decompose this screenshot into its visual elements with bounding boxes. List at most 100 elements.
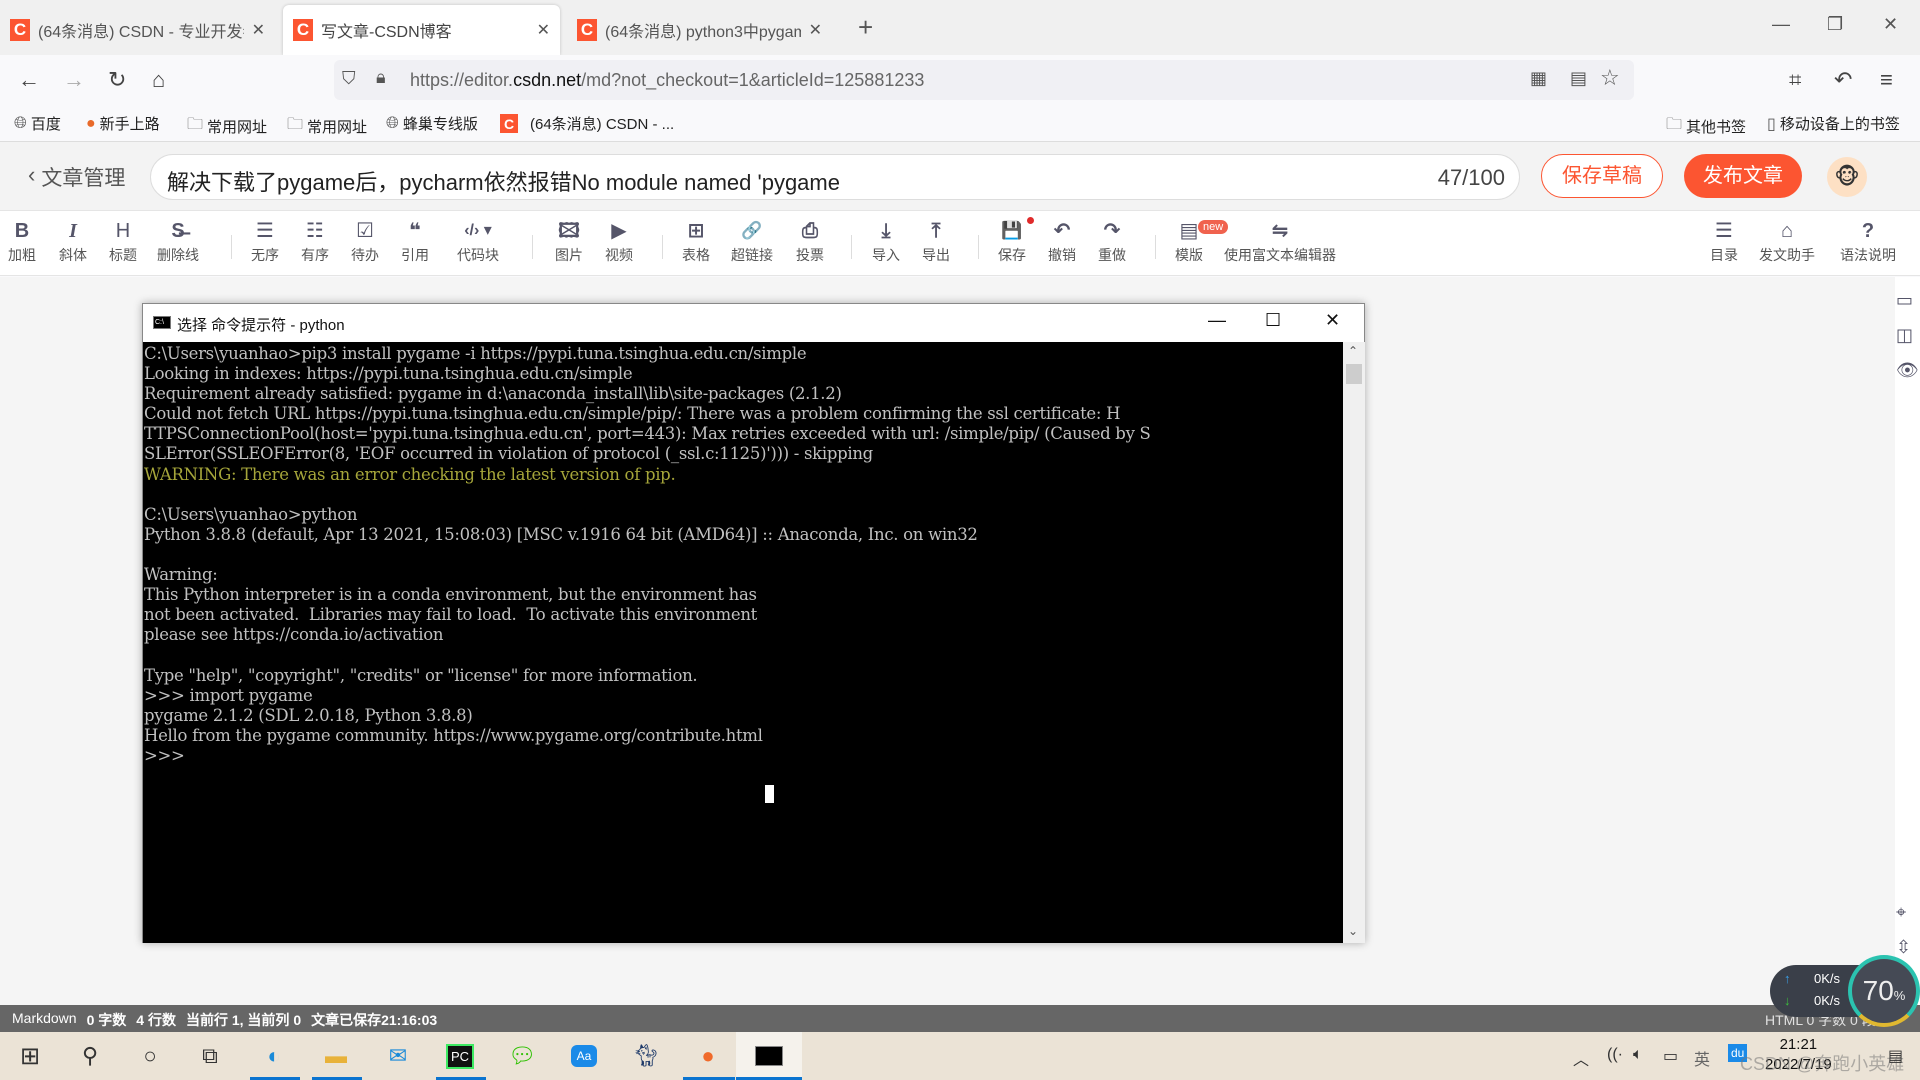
tool-quote[interactable]: ❝ 引用 — [401, 217, 429, 265]
avatar[interactable]: 🐵 — [1827, 157, 1867, 197]
tool-code-block[interactable]: ‹/› ▾ 代码块 — [457, 217, 499, 265]
close-window-button[interactable]: ✕ — [1883, 14, 1898, 35]
terminal-output[interactable]: C:\Users\yuanhao>pip3 install pygame -i … — [143, 342, 1343, 943]
lock-icon[interactable]: 🔒︎ — [376, 67, 386, 88]
tool-redo[interactable]: ↷ 重做 — [1098, 217, 1126, 265]
tool-vote[interactable]: ⎙ 投票 — [796, 217, 824, 265]
tab-python-pygame[interactable]: C (64条消息) python3中pygame ✕ — [567, 5, 832, 55]
tool-unordered-list[interactable]: ☰ 无序 — [251, 217, 279, 265]
wechat-icon[interactable]: 💬︎ — [502, 1040, 542, 1072]
ime-indicator[interactable]: 英 — [1694, 1046, 1710, 1070]
tab-write-article[interactable]: C 写文章-CSDN博客 ✕ — [283, 5, 560, 55]
firefox-icon[interactable]: ● — [688, 1040, 728, 1072]
mail-icon[interactable]: ✉ — [378, 1040, 418, 1072]
bookmark-csdn[interactable]: C (64条消息) CSDN - ... — [500, 113, 674, 134]
home-icon[interactable]: ⌂ — [152, 67, 165, 93]
cmd-taskbar-icon[interactable] — [736, 1032, 802, 1080]
command-prompt-window[interactable]: C:\ 选择 命令提示符 - python — ☐ ✕ C:\Users\yua… — [142, 303, 1365, 943]
bookmark-folder-common[interactable]: 🗀 常用网址 — [187, 113, 267, 140]
tool-import[interactable]: ⤓ 导入 — [872, 217, 900, 265]
locate-icon[interactable]: ⌖ — [1896, 902, 1906, 923]
article-management-link[interactable]: ‹ 文章管理 — [28, 162, 125, 192]
cmd-scrollbar[interactable]: ⌃ ⌄ — [1343, 342, 1365, 943]
publish-button[interactable]: 发布文章 — [1684, 154, 1802, 198]
show-hidden-icons[interactable]: ︿ — [1573, 1046, 1589, 1070]
tool-writing-assistant[interactable]: ⌂ 发文助手 — [1759, 217, 1815, 265]
bookmark-hive[interactable]: 🌐︎ 蜂巢专线版 — [386, 113, 478, 134]
edge-icon[interactable]: ◐ — [254, 1040, 294, 1072]
tool-link[interactable]: 🔗 超链接 — [731, 217, 773, 265]
tool-table[interactable]: ⊞ 表格 — [682, 217, 710, 265]
url-bar[interactable]: ⛉ 🔒︎ https://editor.csdn.net/md?not_chec… — [334, 60, 1634, 100]
tool-video[interactable]: ▶ 视频 — [605, 217, 633, 265]
bookmark-other[interactable]: 🗀 其他书签 — [1666, 113, 1746, 140]
save-draft-button[interactable]: 保存草稿 — [1541, 154, 1663, 198]
start-button[interactable]: ⊞ — [10, 1040, 50, 1072]
cmd-maximize-button[interactable]: ☐ — [1265, 310, 1281, 331]
cortana-icon[interactable]: ○ — [130, 1040, 170, 1072]
battery-icon[interactable]: ▭ — [1663, 1046, 1678, 1066]
cmd-close-button[interactable]: ✕ — [1325, 310, 1340, 331]
bookmark-folder-common-2[interactable]: 🗀 常用网址 — [287, 113, 367, 140]
restore-button[interactable]: ❐ — [1827, 14, 1843, 35]
close-tab-icon[interactable]: ✕ — [537, 20, 550, 40]
close-tab-icon[interactable]: ✕ — [252, 20, 265, 40]
cmd-minimize-button[interactable]: — — [1208, 310, 1226, 331]
split-view-icon[interactable]: ◫ — [1896, 325, 1913, 346]
new-tab-button[interactable]: + — [858, 12, 873, 43]
tab-csdn-home[interactable]: C (64条消息) CSDN - 专业开发者 ✕ — [0, 5, 275, 55]
tool-syntax-help[interactable]: ? 语法说明 — [1840, 217, 1896, 265]
tool-heading[interactable]: H 标题 — [109, 217, 137, 265]
bookmark-baidu[interactable]: 🌐︎ 百度 — [14, 113, 61, 134]
scroll-down-icon[interactable]: ⌄ — [1348, 924, 1358, 938]
article-title-text[interactable]: 解决下载了pygame后，pycharm依然报错No module named … — [167, 165, 840, 197]
tool-toc[interactable]: ☰ 目录 — [1710, 217, 1738, 265]
scroll-up-icon[interactable]: ⌃ — [1348, 344, 1358, 358]
preview-eye-icon[interactable]: 👁︎ — [1896, 360, 1919, 381]
bookmark-getting-started[interactable]: ● 新手上路 — [86, 113, 160, 134]
menu-icon[interactable]: ≡ — [1880, 67, 1893, 93]
forward-icon[interactable]: → — [63, 67, 85, 93]
tool-save[interactable]: 💾 保存 — [998, 217, 1026, 265]
search-icon[interactable]: ⚲ — [70, 1040, 110, 1072]
tool-strikethrough[interactable]: S̶ 删除线 — [157, 217, 199, 265]
cmd-title-bar[interactable]: C:\ 选择 命令提示符 - python — ☐ ✕ — [143, 304, 1364, 342]
wifi-icon[interactable]: ((· — [1607, 1046, 1623, 1064]
tool-rich-text-editor[interactable]: ⇋ 使用富文本编辑器 — [1224, 217, 1336, 265]
notification-icon[interactable]: ▤ — [1888, 1046, 1903, 1066]
shield-icon[interactable]: ⛉ — [342, 68, 356, 89]
task-view-icon[interactable]: ⧉ — [190, 1040, 230, 1072]
volume-icon[interactable]: 🔈︎ — [1633, 1046, 1643, 1064]
scroll-thumb[interactable] — [1346, 364, 1362, 384]
firefox-icon: ● — [86, 114, 96, 132]
screenshot-crop-icon[interactable]: ⌗ — [1789, 67, 1801, 93]
memory-gauge[interactable]: 70% — [1848, 955, 1920, 1027]
undo-close-icon[interactable]: ↶ — [1834, 67, 1852, 93]
sync-scroll-icon[interactable]: ⇳ — [1896, 937, 1911, 958]
back-icon[interactable]: ← — [18, 67, 40, 93]
reload-icon[interactable]: ↻ — [108, 67, 126, 93]
url-text[interactable]: https://editor.csdn.net/md?not_checkout=… — [410, 70, 924, 91]
minimize-button[interactable]: — — [1772, 14, 1790, 35]
terminal-line: C:\Users\yuanhao>python — [144, 504, 358, 524]
bookmark-mobile[interactable]: ▯ 移动设备上的书签 — [1767, 113, 1900, 134]
folder-icon: 🗀 — [287, 116, 304, 133]
pycharm-icon[interactable]: PC — [440, 1040, 480, 1072]
close-tab-icon[interactable]: ✕ — [809, 20, 822, 40]
tool-bold[interactable]: B 加粗 — [8, 217, 36, 265]
article-title-input[interactable]: 解决下载了pygame后，pycharm依然报错No module named … — [150, 154, 1520, 200]
tool-todo[interactable]: ☑ 待办 — [351, 217, 379, 265]
tool-image[interactable]: 🖾 图片 — [555, 217, 583, 265]
tool-undo[interactable]: ↶ 撤销 — [1048, 217, 1076, 265]
editor-only-view-icon[interactable]: ▭ — [1896, 290, 1913, 311]
dictionary-app-icon[interactable]: Aa — [564, 1040, 604, 1072]
tool-export[interactable]: ⤒ 导出 — [922, 217, 950, 265]
file-explorer-icon[interactable]: ▬ — [316, 1040, 356, 1072]
reader-view-icon[interactable]: ▤ — [1570, 68, 1587, 89]
qr-code-icon[interactable]: ▦ — [1530, 68, 1547, 89]
terminal-line: WARNING: There was an error checking the… — [144, 464, 676, 484]
tool-italic[interactable]: I 斜体 — [59, 217, 87, 265]
cat-app-icon[interactable]: 🐈︎ — [626, 1040, 666, 1072]
tool-ordered-list[interactable]: ☷ 有序 — [301, 217, 329, 265]
bookmark-star-icon[interactable]: ☆ — [1600, 65, 1620, 91]
